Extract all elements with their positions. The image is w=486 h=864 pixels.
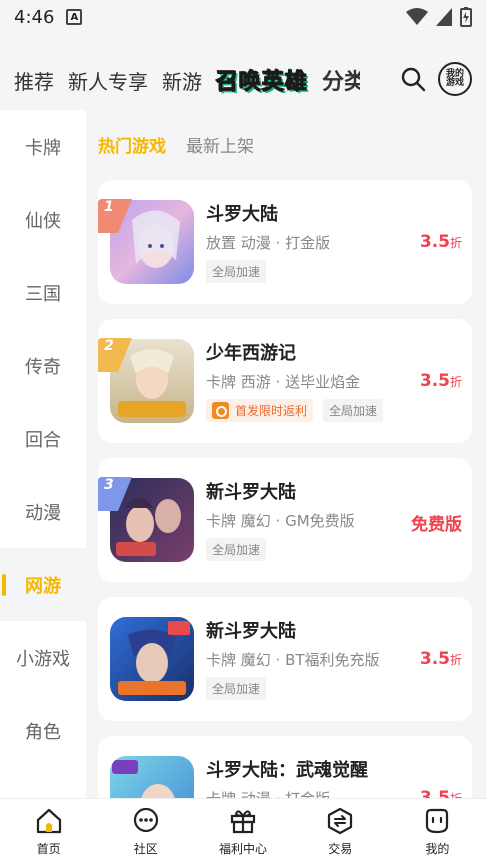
nav-trade-label: 交易 [328, 842, 353, 856]
discount-label: 3.5折 [420, 788, 462, 798]
nav-home-label: 首页 [36, 842, 61, 856]
chat-bubble-icon [133, 807, 158, 833]
game-card[interactable]: 3 新斗罗大陆 卡牌 魔幻 · GM免费版 全局加速 免费版 [98, 458, 472, 582]
game-meta: 卡牌 魔幻 · GM免费版 [206, 512, 355, 530]
tag-global-boost: 全局加速 [323, 399, 384, 422]
sidebar-item-mini-games[interactable]: 小游戏 [0, 621, 86, 694]
tab-new-games[interactable]: 新游 [162, 66, 202, 95]
sidebar-item-turn-based[interactable]: 回合 [0, 402, 86, 475]
game-name: 斗罗大陆 [206, 204, 278, 225]
game-name: 新斗罗大陆 [206, 621, 296, 642]
sidebar-item-three-kingdoms[interactable]: 三国 [0, 256, 86, 329]
nav-profile[interactable]: 我的 [389, 799, 486, 864]
nav-profile-label: 我的 [425, 842, 450, 856]
trade-icon [328, 807, 353, 835]
discount-value: 3.5 [419, 232, 450, 252]
tag-global-boost: 全局加速 [206, 677, 267, 700]
rank-badge: 1 [98, 199, 132, 233]
game-name: 新斗罗大陆 [206, 482, 296, 503]
sidebar-item-xianxia[interactable]: 仙侠 [0, 183, 86, 256]
game-tags: 全局加速 [206, 260, 267, 283]
tab-hot-games[interactable]: 热门游戏 [98, 132, 166, 157]
discount-label: 3.5折 [420, 232, 462, 252]
game-name: 斗罗大陆：武魂觉醒 [206, 760, 368, 781]
game-card[interactable]: 斗罗大陆：武魂觉醒 卡牌 动漫 · 打金版 3.5折 [98, 736, 472, 798]
discount-unit: 折 [449, 653, 462, 667]
game-meta: 卡牌 魔幻 · BT福利免充版 [206, 651, 380, 669]
sub-tabs: 热门游戏 最新上架 [86, 110, 486, 178]
rank-badge: 3 [98, 477, 132, 511]
tag-global-boost: 全局加速 [206, 538, 267, 561]
status-bar: 4:46 A [0, 0, 486, 34]
free-version-label: 免费版 [411, 515, 462, 535]
discount-value: 3.5 [419, 371, 450, 391]
my-games-button[interactable]: 我的 游戏 [438, 62, 472, 96]
clock-icon [212, 402, 229, 419]
nav-welfare-center[interactable]: 福利中心 [194, 799, 291, 864]
tag-global-boost: 全局加速 [206, 260, 267, 283]
game-list-panel: 热门游戏 最新上架 1 斗罗大陆 放置 动漫 · 打金版 全局加速 3.5折 2… [86, 110, 486, 798]
rank-badge: 2 [98, 338, 132, 372]
rank-number: 1 [104, 199, 114, 215]
rank-number: 2 [104, 338, 114, 354]
sidebar-item-card[interactable]: 卡牌 [0, 110, 86, 183]
game-tags: 全局加速 [206, 677, 267, 700]
sidebar-item-anime[interactable]: 动漫 [0, 475, 86, 548]
discount-label: 3.5折 [420, 649, 462, 669]
nav-community[interactable]: 社区 [97, 799, 194, 864]
game-card[interactable]: 2 少年西游记 卡牌 西游 · 送毕业焰金 首发限时返利 全局加速 3.5折 [98, 319, 472, 443]
game-thumbnail [110, 617, 194, 701]
sim-icon: A [66, 9, 83, 25]
nav-community-label: 社区 [133, 842, 158, 856]
discount-value: 3.5 [419, 788, 450, 798]
status-time: 4:46 [14, 6, 55, 28]
game-meta: 卡牌 动漫 · 打金版 [206, 788, 330, 798]
game-tags: 全局加速 [206, 538, 267, 561]
rank-number: 3 [104, 477, 114, 493]
tab-newest[interactable]: 最新上架 [186, 132, 254, 157]
game-meta: 卡牌 西游 · 送毕业焰金 [206, 373, 361, 391]
wifi-icon [406, 8, 428, 25]
game-card[interactable]: 新斗罗大陆 卡牌 魔幻 · BT福利免充版 全局加速 3.5折 [98, 597, 472, 721]
profile-face-icon [426, 808, 449, 834]
game-name: 少年西游记 [206, 343, 296, 364]
discount-value: 3.5 [419, 649, 450, 669]
nav-home[interactable]: 首页 [0, 799, 97, 864]
game-card[interactable]: 1 斗罗大陆 放置 动漫 · 打金版 全局加速 3.5折 [98, 180, 472, 304]
game-meta: 放置 动漫 · 打金版 [206, 234, 331, 252]
nav-trade[interactable]: 交易 [292, 799, 389, 864]
genre-sidebar: 卡牌 仙侠 三国 传奇 回合 动漫 网游 小游戏 角色 [0, 110, 86, 798]
signal-icon [436, 8, 452, 26]
tab-newcomer[interactable]: 新人专享 [68, 66, 148, 95]
discount-unit: 折 [449, 375, 462, 389]
battery-icon [460, 7, 472, 27]
discount-unit: 折 [449, 236, 462, 250]
tab-categories[interactable]: 分类 [322, 64, 360, 96]
top-actions: 我的 游戏 [400, 62, 472, 96]
discount-label: 3.5折 [420, 371, 462, 391]
sidebar-item-legend[interactable]: 传奇 [0, 329, 86, 402]
game-tags: 首发限时返利 全局加速 [206, 399, 384, 422]
tag-launch-rebate-label: 首发限时返利 [235, 404, 308, 418]
gift-icon [230, 810, 256, 834]
sidebar-item-rpg[interactable]: 角色 [0, 694, 86, 767]
nav-welfare-label: 福利中心 [219, 842, 268, 856]
my-games-label-2: 游戏 [445, 78, 464, 88]
sidebar-item-online[interactable]: 网游 [0, 548, 86, 621]
tab-summon-heroes[interactable]: 召唤英雄 [215, 64, 308, 96]
home-icon [36, 808, 61, 834]
bottom-navigation: 首页 社区 福利中心 交易 我的 [0, 798, 486, 864]
game-thumbnail [110, 756, 194, 798]
tab-recommend[interactable]: 推荐 [14, 66, 54, 95]
search-icon[interactable] [400, 66, 426, 92]
tag-launch-rebate: 首发限时返利 [206, 399, 314, 422]
